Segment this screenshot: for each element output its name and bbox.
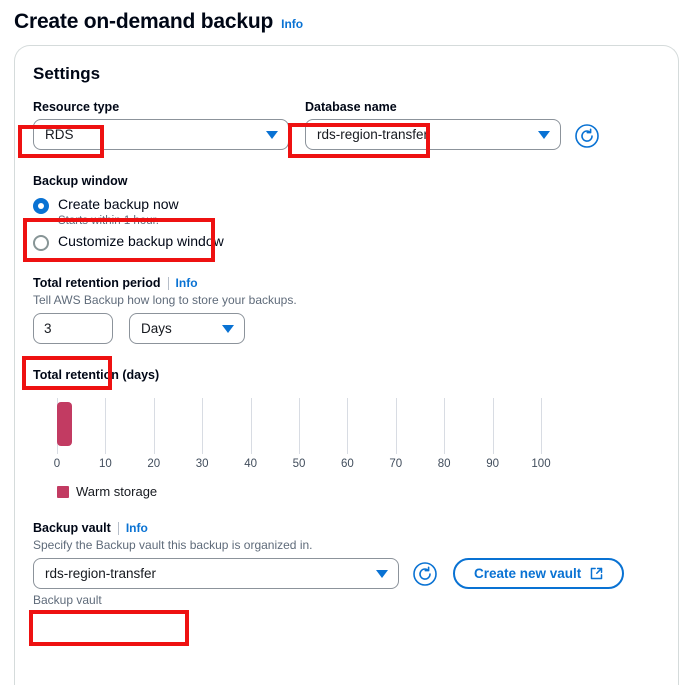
chevron-down-icon [266, 130, 278, 139]
chart-gridline [153, 398, 155, 454]
backup-vault-info-link[interactable]: Info [126, 521, 148, 535]
retention-unit-select[interactable]: Days [129, 313, 245, 344]
chart-gridline [395, 398, 397, 454]
retention-period-field: Total retention period Info Tell AWS Bac… [33, 276, 660, 344]
radio-create-backup-now-text: Create backup now Starts within 1 hour. [58, 196, 179, 227]
resource-type-label: Resource type [33, 100, 289, 114]
chart-axis-tick: 90 [486, 458, 499, 470]
refresh-icon [413, 561, 437, 586]
radio-label: Customize backup window [58, 233, 224, 249]
label-divider [117, 521, 119, 535]
chart-plot-area [57, 398, 557, 458]
backup-vault-label: Backup vault Info [33, 521, 660, 535]
database-name-label: Database name [305, 100, 561, 114]
backup-vault-controls: rds-region-transfer Create new vault [33, 558, 660, 589]
chart-title: Total retention (days) [33, 368, 160, 382]
backup-vault-label-text: Backup vault [33, 521, 111, 535]
refresh-icon [575, 124, 599, 148]
backup-vault-field: Backup vault Info Specify the Backup vau… [33, 521, 660, 607]
legend-label-warm-storage: Warm storage [76, 484, 158, 499]
backup-vault-value: rds-region-transfer [45, 566, 157, 581]
backup-window-field: Backup window Create backup now Starts w… [33, 174, 660, 254]
retention-period-label-text: Total retention period [33, 276, 161, 290]
chart-axis-tick: 20 [147, 458, 161, 470]
chart-gridline [444, 398, 446, 454]
chart-axis-tick: 50 [292, 458, 306, 470]
chart-gridline [347, 398, 349, 454]
chart-gridline [541, 398, 542, 454]
radio-unselected-icon [33, 235, 49, 251]
radio-sublabel: Starts within 1 hour. [58, 215, 159, 227]
radio-customize-backup-window[interactable]: Customize backup window [33, 230, 660, 254]
retention-period-controls: Days [33, 313, 660, 344]
chart-bar-warm-storage [57, 402, 72, 446]
chevron-down-icon [538, 130, 550, 139]
chart-axis-tick: 30 [195, 458, 209, 470]
chart-gridline [299, 398, 300, 454]
page-header: Create on-demand backup Info [0, 0, 693, 34]
chevron-down-icon [222, 324, 234, 333]
legend-swatch-warm-storage [57, 485, 69, 498]
chart-axis-tick: 70 [389, 458, 403, 470]
create-new-vault-button[interactable]: Create new vault [453, 558, 625, 589]
database-refresh-button[interactable] [573, 122, 601, 150]
database-name-select[interactable]: rds-region-transfer [305, 119, 561, 150]
resource-type-field: Resource type RDS [33, 100, 289, 150]
backup-vault-select[interactable]: rds-region-transfer [33, 558, 399, 589]
backup-vault-refresh-button[interactable] [411, 560, 439, 588]
chart-gridline [202, 398, 204, 454]
radio-label: Create backup now [58, 196, 179, 212]
database-name-field: Database name rds-region-transfer [305, 100, 561, 150]
database-name-label-text: Database name [305, 100, 397, 114]
database-name-value: rds-region-transfer [317, 127, 429, 142]
chart-gridline [105, 398, 107, 454]
external-link-icon [591, 567, 603, 580]
settings-heading: Settings [33, 64, 101, 83]
chart-axis-tick: 10 [98, 458, 112, 470]
chart-axis-tick: 0 [53, 458, 61, 470]
backup-window-radio-group: Create backup now Starts within 1 hour. … [33, 193, 660, 254]
chart-gridline [492, 398, 494, 454]
page-title: Create on-demand backup [14, 10, 274, 33]
chart-gridline [250, 398, 252, 454]
retention-unit-value: Days [141, 321, 172, 336]
backup-vault-hint: Backup vault [33, 593, 102, 607]
backup-vault-description: Specify the Backup vault this backup is … [33, 538, 313, 552]
resource-type-value: RDS [45, 127, 74, 142]
retention-period-label: Total retention period Info [33, 276, 660, 290]
resource-type-select[interactable]: RDS [33, 119, 289, 150]
chart-legend: Warm storage [57, 484, 660, 499]
backup-window-label-text: Backup window [33, 174, 128, 188]
radio-selected-icon [33, 198, 49, 214]
chart-axis-tick: 60 [340, 458, 354, 470]
retention-period-input[interactable] [33, 313, 113, 344]
resource-type-label-text: Resource type [33, 100, 120, 114]
chart-axis-tick: 80 [437, 458, 451, 470]
chevron-down-icon [376, 569, 388, 578]
page-info-link[interactable]: Info [281, 17, 303, 31]
resource-row: Resource type RDS Database name rds-regi… [33, 100, 660, 150]
label-divider [167, 276, 169, 290]
chart-axis-tick: 100 [531, 458, 551, 470]
radio-create-backup-now[interactable]: Create backup now Starts within 1 hour. [33, 193, 660, 230]
retention-period-info-link[interactable]: Info [176, 276, 198, 290]
settings-card: Settings Resource type RDS Database name… [14, 45, 679, 685]
retention-period-description: Tell AWS Backup how long to store your b… [33, 293, 297, 307]
retention-chart: Total retention (days) 0 10 20 30 40 50 60 70 80… [33, 368, 660, 499]
backup-window-label: Backup window [33, 174, 660, 188]
chart-axis-labels: 0 10 20 30 40 50 60 70 80 90 100 [53, 458, 557, 476]
create-new-vault-label: Create new vault [474, 566, 582, 581]
chart-axis-tick: 40 [244, 458, 257, 470]
